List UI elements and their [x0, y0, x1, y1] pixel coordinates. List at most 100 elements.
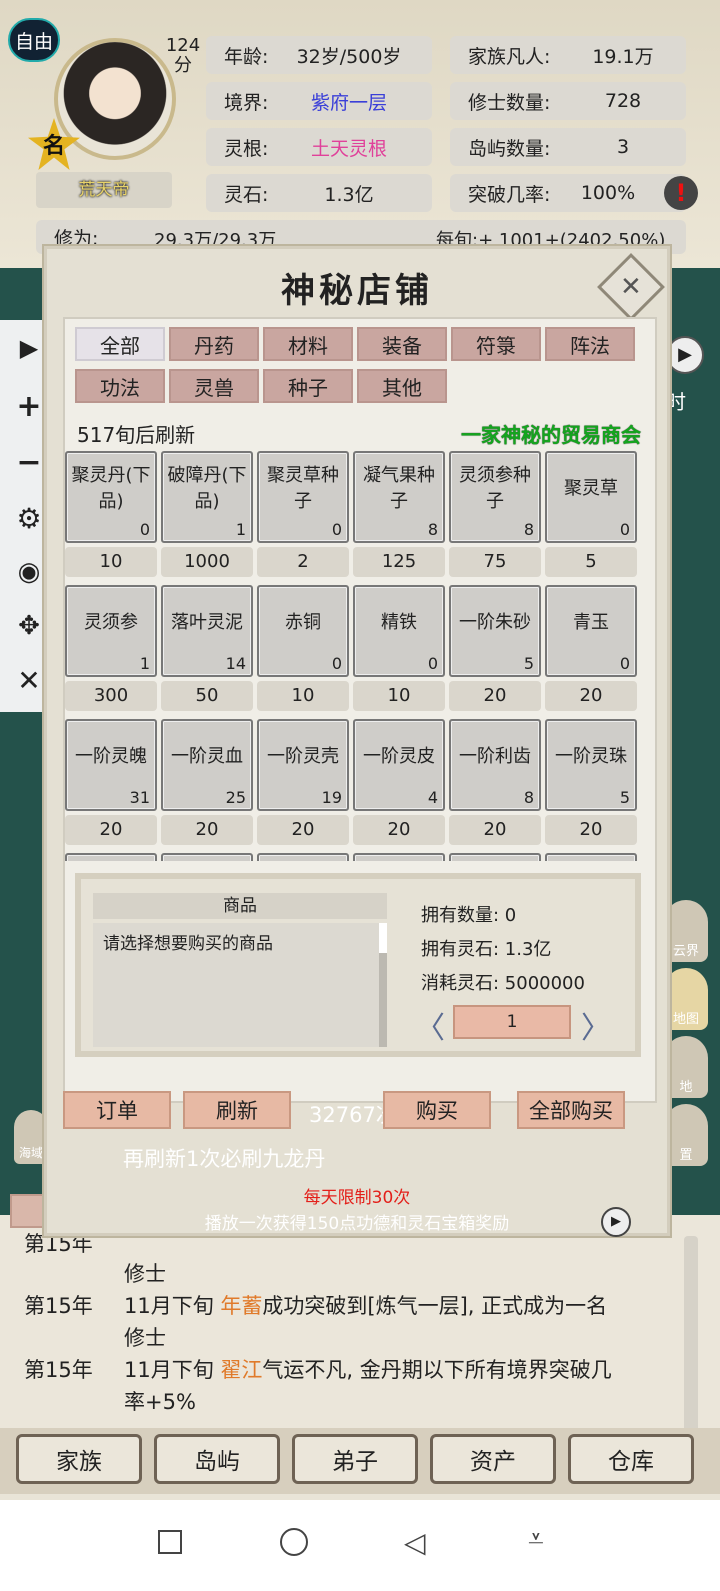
- item-name: 落叶灵泥: [171, 612, 243, 633]
- order-button[interactable]: 订单: [63, 1091, 171, 1129]
- bottom-nav: 家族 岛屿 弟子 资产 仓库: [0, 1428, 720, 1494]
- item-count: 0: [619, 520, 630, 539]
- break-cell: 突破几率: 100%: [450, 174, 686, 212]
- nav-4[interactable]: 仓库: [568, 1434, 694, 1484]
- shop-item[interactable]: 一阶朱砂 5: [449, 585, 541, 677]
- quantity-input[interactable]: 1: [453, 1005, 571, 1039]
- tab-4[interactable]: 符箓: [451, 327, 541, 361]
- shop-item[interactable]: 一阶灵皮 4: [353, 719, 445, 811]
- shop-item[interactable]: [161, 853, 253, 861]
- item-grid: 聚灵丹(下品) 0 10 破障丹(下品) 1 1000 聚灵草种子 0 2 凝气果种子 8 125 灵须…: [65, 451, 655, 861]
- system-nav: ◁ ⩡: [0, 1500, 720, 1591]
- buy-all-button[interactable]: 全部购买: [517, 1091, 625, 1129]
- shop-item[interactable]: 一阶灵壳 19: [257, 719, 349, 811]
- shop-item[interactable]: 精铁 0: [353, 585, 445, 677]
- land-icon[interactable]: 地: [664, 1036, 708, 1098]
- shop-item[interactable]: 青玉 0: [545, 585, 637, 677]
- refresh-info: 517旬后刷新: [77, 423, 196, 447]
- log-text: 率+5%: [124, 1390, 196, 1414]
- nav-0[interactable]: 家族: [16, 1434, 142, 1484]
- warning-icon[interactable]: !: [664, 176, 698, 210]
- root-cell: 灵根: 土天灵根: [206, 128, 432, 166]
- nav-1[interactable]: 岛屿: [154, 1434, 280, 1484]
- home-icon[interactable]: [280, 1528, 308, 1556]
- recent-apps-icon[interactable]: [158, 1530, 182, 1554]
- realm-cell: 境界: 紫府一层: [206, 82, 432, 120]
- shop-item[interactable]: 聚灵草种子 0: [257, 451, 349, 543]
- shop-item[interactable]: 灵须参种子 8: [449, 451, 541, 543]
- tab-8[interactable]: 种子: [263, 369, 353, 403]
- notification-icon[interactable]: ⩡: [528, 1522, 544, 1556]
- item-price: 50: [161, 681, 253, 711]
- world-icon[interactable]: 云界: [664, 900, 708, 962]
- increase-arrow-icon[interactable]: 〉: [581, 1003, 611, 1047]
- item-count: 0: [331, 520, 342, 539]
- shop-item[interactable]: [449, 853, 541, 861]
- item-name: 赤铜: [285, 612, 321, 633]
- shop-item[interactable]: 破障丹(下品) 1: [161, 451, 253, 543]
- shop-item[interactable]: [353, 853, 445, 861]
- setting-icon[interactable]: 置: [664, 1104, 708, 1166]
- tab-7[interactable]: 灵兽: [169, 369, 259, 403]
- item-price: 20: [449, 815, 541, 845]
- log-tab[interactable]: [10, 1194, 46, 1228]
- item-name: 聚灵草种子: [267, 465, 339, 512]
- detail-desc: 请选择想要购买的商品: [93, 923, 387, 1047]
- shop-item[interactable]: 聚灵草 0: [545, 451, 637, 543]
- item-price: 300: [65, 681, 157, 711]
- tab-6[interactable]: 功法: [75, 369, 165, 403]
- log-text: 修士: [124, 1326, 166, 1350]
- shop-item[interactable]: 一阶利齿 8: [449, 719, 541, 811]
- item-name: 精铁: [381, 612, 417, 633]
- shop-item[interactable]: [257, 853, 349, 861]
- back-icon[interactable]: ◁: [404, 1526, 426, 1559]
- log-text: 11月下旬 翟江气运不凡, 金丹期以下所有境界突破几: [124, 1358, 612, 1382]
- detail-scrollbar[interactable]: [379, 923, 387, 1047]
- item-name: 聚灵草: [564, 478, 618, 499]
- time-play-icon[interactable]: ▶: [666, 336, 704, 374]
- log-year: 第15年: [24, 1358, 93, 1382]
- tab-1[interactable]: 丹药: [169, 327, 259, 361]
- buy-button[interactable]: 购买: [383, 1091, 491, 1129]
- shop-item[interactable]: [545, 853, 637, 861]
- shop-item[interactable]: 凝气果种子 8: [353, 451, 445, 543]
- log-scrollbar[interactable]: [684, 1236, 698, 1436]
- shop-item[interactable]: 落叶灵泥 14: [161, 585, 253, 677]
- shop-item[interactable]: 一阶灵珠 5: [545, 719, 637, 811]
- log-text: 11月下旬 年蓄成功突破到[炼气一层], 正式成为一名: [124, 1294, 608, 1318]
- nav-2[interactable]: 弟子: [292, 1434, 418, 1484]
- tab-5[interactable]: 阵法: [545, 327, 635, 361]
- shop-item[interactable]: 灵须参 1: [65, 585, 157, 677]
- age-cell: 年龄: 32岁/500岁: [206, 36, 432, 74]
- shop-item[interactable]: 一阶灵血 25: [161, 719, 253, 811]
- shop-item[interactable]: 赤铜 0: [257, 585, 349, 677]
- island-cell: 岛屿数量: 3: [450, 128, 686, 166]
- item-price: 1000: [161, 547, 253, 577]
- map-icon[interactable]: 地图: [664, 968, 708, 1030]
- sea-icon[interactable]: 海域: [14, 1110, 48, 1164]
- refresh-button[interactable]: 刷新: [183, 1091, 291, 1129]
- shop-item[interactable]: 聚灵丹(下品) 0: [65, 451, 157, 543]
- tab-0[interactable]: 全部: [75, 327, 165, 361]
- tab-9[interactable]: 其他: [357, 369, 447, 403]
- nav-3[interactable]: 资产: [430, 1434, 556, 1484]
- shop-item[interactable]: 一阶灵魄 31: [65, 719, 157, 811]
- item-name: 青玉: [573, 612, 609, 633]
- item-price: 20: [449, 681, 541, 711]
- log-year: 第15年: [24, 1294, 93, 1318]
- tab-2[interactable]: 材料: [263, 327, 353, 361]
- ad-play-icon[interactable]: ▶: [601, 1207, 631, 1237]
- item-price: 20: [161, 815, 253, 845]
- shop-item[interactable]: [65, 853, 157, 861]
- item-name: 一阶灵壳: [267, 746, 339, 767]
- mode-badge[interactable]: 自由: [8, 18, 60, 62]
- close-icon: ✕: [620, 271, 642, 302]
- item-price: 20: [545, 815, 637, 845]
- cultivator-cell: 修士数量: 728: [450, 82, 686, 120]
- shop-subtitle: 一家神秘的贸易商会: [461, 423, 641, 447]
- item-count: 31: [129, 788, 150, 807]
- item-count: 0: [139, 520, 150, 539]
- item-price: 20: [545, 681, 637, 711]
- tab-3[interactable]: 装备: [357, 327, 447, 361]
- decrease-arrow-icon[interactable]: 〈: [415, 1003, 445, 1047]
